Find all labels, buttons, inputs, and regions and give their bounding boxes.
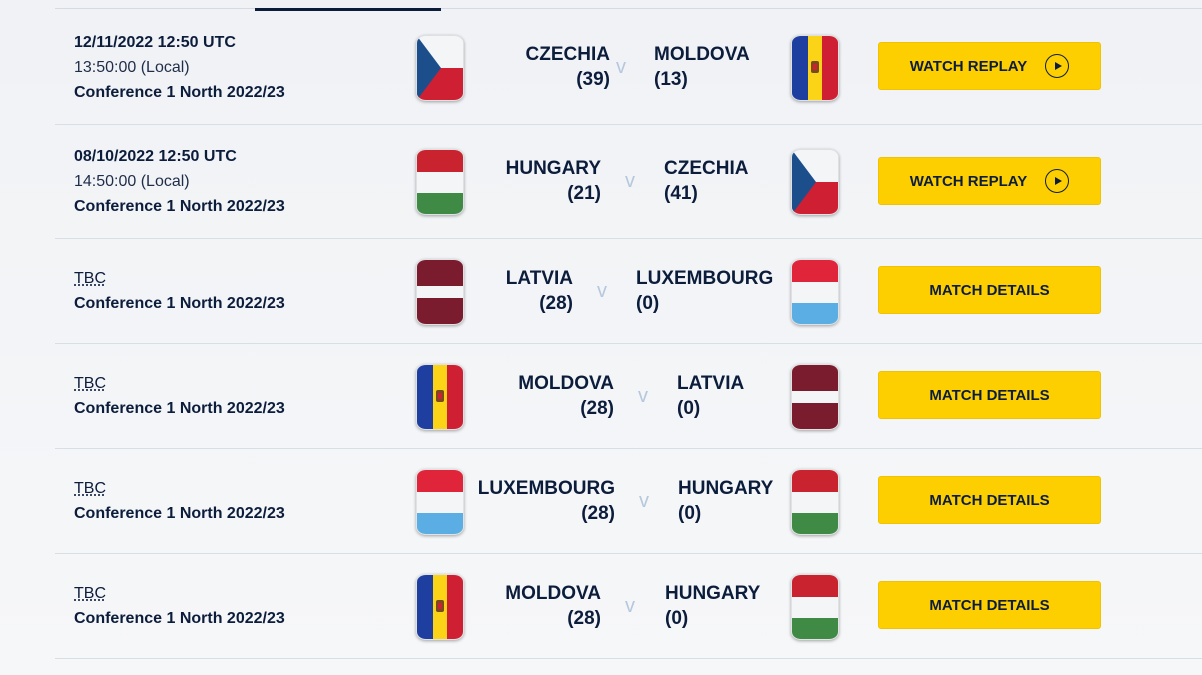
fixture-meta: TBC Conference 1 North 2022/23: [74, 449, 285, 553]
match-details-button[interactable]: MATCH DETAILS: [878, 266, 1101, 314]
away-team-score: (0): [636, 293, 660, 314]
away-team-name: LATVIA: [677, 373, 745, 394]
home-team-score: (28): [581, 503, 615, 524]
hungary-flag-icon: [791, 469, 839, 535]
tab-bar: [55, 0, 1202, 11]
home-team-name: LATVIA: [505, 268, 573, 289]
latvia-flag-icon: [416, 259, 464, 325]
fixture-row: 12/11/2022 12:50 UTC 13:50:00 (Local) Co…: [55, 11, 1202, 125]
home-team-name: CZECHIA: [525, 44, 610, 65]
watch-replay-button[interactable]: WATCH REPLAY: [878, 157, 1101, 205]
away-team-name: HUNGARY: [678, 478, 774, 499]
hungary-flag-icon: [791, 574, 839, 640]
versus-label: v: [616, 56, 626, 78]
fixture-date[interactable]: TBC: [74, 266, 285, 291]
match-details-button[interactable]: MATCH DETAILS: [878, 371, 1101, 419]
home-team: HUNGARY (21): [506, 156, 601, 206]
fixture-competition: Conference 1 North 2022/23: [74, 400, 285, 417]
home-team-score: (28): [539, 293, 573, 314]
match-details-button[interactable]: MATCH DETAILS: [878, 581, 1101, 629]
fixture-competition: Conference 1 North 2022/23: [74, 610, 285, 627]
button-label: WATCH REPLAY: [909, 172, 1028, 190]
versus-label: v: [597, 280, 607, 302]
fixture-local-time: 14:50:00 (Local): [74, 173, 190, 190]
home-team-name: MOLDOVA: [505, 583, 601, 604]
play-icon: [1045, 54, 1070, 78]
fixture-date[interactable]: TBC: [74, 581, 285, 606]
away-team: HUNGARY (0): [665, 581, 760, 631]
away-team: HUNGARY (0): [678, 476, 773, 526]
away-team-score: (13): [654, 69, 688, 90]
button-label: MATCH DETAILS: [929, 386, 1050, 404]
fixture-row: TBC Conference 1 North 2022/23 LATVIA (2…: [55, 239, 1202, 344]
home-team: MOLDOVA (28): [505, 581, 601, 631]
home-team: MOLDOVA (28): [518, 371, 614, 421]
fixture-meta: TBC Conference 1 North 2022/23: [74, 239, 285, 343]
fixture-meta: 12/11/2022 12:50 UTC 13:50:00 (Local) Co…: [74, 11, 285, 124]
luxembourg-flag-icon: [791, 259, 839, 325]
latvia-flag-icon: [791, 364, 839, 430]
fixture-competition: Conference 1 North 2022/23: [74, 505, 285, 522]
home-team: LUXEMBOURG (28): [478, 476, 615, 526]
fixture-date: 12/11/2022 12:50 UTC: [74, 34, 236, 51]
luxembourg-flag-icon: [416, 469, 464, 535]
tab-bar-divider: [55, 8, 1202, 9]
away-team-score: (41): [664, 183, 698, 204]
button-label: MATCH DETAILS: [929, 596, 1050, 614]
away-team: LUXEMBOURG (0): [636, 266, 773, 316]
fixture-competition: Conference 1 North 2022/23: [74, 295, 285, 312]
home-team-name: HUNGARY: [505, 158, 601, 179]
away-team-score: (0): [678, 503, 702, 524]
away-team: MOLDOVA (13): [654, 42, 750, 92]
versus-label: v: [625, 170, 635, 192]
fixture-date: 08/10/2022 12:50 UTC: [74, 148, 237, 165]
home-team-name: LUXEMBOURG: [477, 478, 615, 499]
moldova-flag-icon: [791, 35, 839, 101]
fixture-local-time: 13:50:00 (Local): [74, 59, 190, 76]
away-team-name: MOLDOVA: [654, 44, 750, 65]
away-team: LATVIA (0): [677, 371, 744, 421]
versus-label: v: [638, 385, 648, 407]
fixture-row: TBC Conference 1 North 2022/23 MOLDOVA (…: [55, 554, 1202, 659]
fixture-row: 08/10/2022 12:50 UTC 14:50:00 (Local) Co…: [55, 125, 1202, 239]
moldova-flag-icon: [416, 574, 464, 640]
button-label: MATCH DETAILS: [929, 491, 1050, 509]
button-label: MATCH DETAILS: [929, 281, 1050, 299]
fixture-meta: 08/10/2022 12:50 UTC 14:50:00 (Local) Co…: [74, 125, 285, 238]
away-team-name: HUNGARY: [665, 583, 761, 604]
moldova-flag-icon: [416, 364, 464, 430]
fixture-date[interactable]: TBC: [74, 476, 285, 501]
versus-label: v: [639, 490, 649, 512]
versus-label: v: [625, 595, 635, 617]
home-team: LATVIA (28): [506, 266, 573, 316]
czechia-flag-icon: [791, 149, 839, 215]
czechia-flag-icon: [416, 35, 464, 101]
away-team-name: LUXEMBOURG: [636, 268, 774, 289]
home-team-score: (21): [567, 183, 601, 204]
away-team: CZECHIA (41): [664, 156, 748, 206]
away-team-name: CZECHIA: [664, 158, 749, 179]
fixture-list: 12/11/2022 12:50 UTC 13:50:00 (Local) Co…: [55, 11, 1202, 659]
fixture-competition: Conference 1 North 2022/23: [74, 198, 285, 215]
match-details-button[interactable]: MATCH DETAILS: [878, 476, 1101, 524]
fixture-row: TBC Conference 1 North 2022/23 MOLDOVA (…: [55, 344, 1202, 449]
hungary-flag-icon: [416, 149, 464, 215]
fixture-date[interactable]: TBC: [74, 371, 285, 396]
button-label: WATCH REPLAY: [909, 57, 1028, 75]
fixture-meta: TBC Conference 1 North 2022/23: [74, 554, 285, 658]
home-team-name: MOLDOVA: [518, 373, 614, 394]
fixture-meta: TBC Conference 1 North 2022/23: [74, 344, 285, 448]
play-icon: [1045, 169, 1070, 193]
home-team-score: (28): [567, 608, 601, 629]
away-team-score: (0): [677, 398, 701, 419]
watch-replay-button[interactable]: WATCH REPLAY: [878, 42, 1101, 90]
fixture-row: TBC Conference 1 North 2022/23 LUXEMBOUR…: [55, 449, 1202, 554]
home-team-score: (39): [576, 69, 610, 90]
fixture-competition: Conference 1 North 2022/23: [74, 84, 285, 101]
home-team: CZECHIA (39): [526, 42, 610, 92]
home-team-score: (28): [580, 398, 614, 419]
away-team-score: (0): [665, 608, 689, 629]
